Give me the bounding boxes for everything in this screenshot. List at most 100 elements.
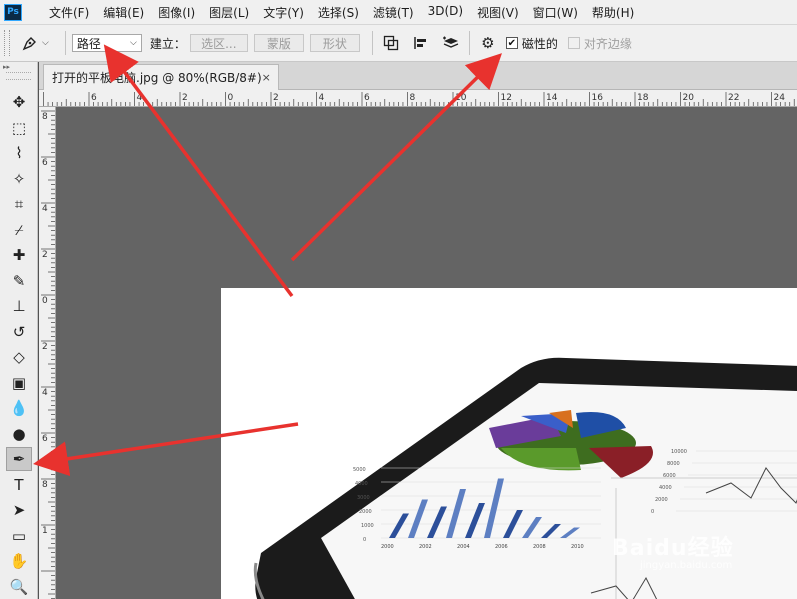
align-edges-checkbox-row[interactable]: 对齐边缘 <box>567 35 632 52</box>
type-tool-icon[interactable]: T <box>6 473 32 497</box>
make-shape-button[interactable]: 形状 <box>309 34 360 52</box>
clone-stamp-tool-icon[interactable]: ⊥ <box>6 294 32 318</box>
ruler-left-label: 8 <box>42 112 48 122</box>
menu-item-10[interactable]: 帮助(H) <box>585 4 641 21</box>
ruler-left-label: 2 <box>42 342 48 352</box>
document-tab[interactable]: 打开的平板电脑.jpg @ 80%(RGB/8#) × <box>43 64 279 90</box>
hand-tool-icon[interactable]: ✋ <box>6 549 32 573</box>
tablet-x-tick: 2006 <box>495 544 508 550</box>
gear-icon[interactable]: ⚙ <box>476 31 500 55</box>
make-selection-button[interactable]: 选区... <box>189 34 248 52</box>
ruler-top-label: 2 <box>182 93 188 103</box>
close-icon[interactable]: × <box>262 71 271 84</box>
rectangle-tool-icon[interactable]: ▭ <box>6 524 32 548</box>
menu-item-6[interactable]: 滤镜(T) <box>366 4 421 21</box>
magic-wand-tool-icon[interactable]: ✧ <box>6 167 32 191</box>
mode-select[interactable]: 路径 ⌵ <box>71 34 142 52</box>
healing-brush-tool-icon[interactable]: ✚ <box>6 243 32 267</box>
crop-tool-icon[interactable]: ⌗ <box>6 192 32 216</box>
tablet-x-tick: 2004 <box>457 544 470 550</box>
document-tab-title: 打开的平板电脑.jpg @ 80%(RGB/8#) <box>52 71 262 85</box>
lasso-tool-icon[interactable]: ⌇ <box>6 141 32 165</box>
tablet-x-tick: 2002 <box>419 544 432 550</box>
ruler-top-label: 14 <box>546 93 558 103</box>
tablet-y-tick: 4000 <box>355 481 368 487</box>
align-edges-checkbox[interactable] <box>567 37 580 49</box>
pen-tool-icon[interactable]: ✒ <box>6 447 32 471</box>
make-label: 建立： <box>149 36 186 51</box>
zoom-tool-icon[interactable]: 🔍 <box>6 575 32 599</box>
tablet-x-tick: 2008 <box>533 544 546 550</box>
ruler-top-label: 6 <box>91 93 97 103</box>
menu-item-9[interactable]: 窗口(W) <box>526 4 585 21</box>
tools-grip[interactable] <box>6 72 31 80</box>
ruler-vertical[interactable]: 8 6 4 2 0 2 4 6 8 1 <box>39 107 56 599</box>
align-edges-label: 对齐边缘 <box>583 36 632 51</box>
magnetic-label: 磁性的 <box>521 36 558 51</box>
path-alignment-icon[interactable] <box>409 31 433 55</box>
menu-item-3[interactable]: 图层(L) <box>202 4 256 21</box>
menu-item-0[interactable]: 文件(F) <box>42 4 96 21</box>
history-brush-tool-icon[interactable]: ↺ <box>6 320 32 344</box>
dodge-tool-icon[interactable]: ● <box>6 422 32 446</box>
ruler-horizontal[interactable]: 6 4 2 0 2 4 6 8 10 12 14 16 18 20 22 24 <box>39 90 797 107</box>
options-grip[interactable] <box>4 30 10 56</box>
tablet-side-tick: 8000 <box>667 461 680 467</box>
ruler-top-label: 10 <box>455 93 467 103</box>
make-mask-button[interactable]: 蒙版 <box>253 34 304 52</box>
canvas-workspace[interactable]: 5000 4000 3000 2000 1000 0 2000 2002 2004 2006 200… <box>56 107 797 599</box>
ruler-top-label: 20 <box>683 93 695 103</box>
ruler-top-label: 24 <box>774 93 786 103</box>
tools-panel: ▸▸ ✥ ⬚ ⌇ ✧ ⌗ ⌿ ✚ ✎ ⊥ ↺ ◇ ▣ 💧 ● ✒ T ➤ ▭ ✋ 🔍 <box>0 62 38 599</box>
magnetic-checkbox-row[interactable]: ✔ 磁性的 <box>505 35 558 52</box>
tablet-x-tick: 2000 <box>381 544 394 550</box>
tablet-side-tick: 6000 <box>663 473 676 479</box>
path-selection-tool-icon[interactable]: ➤ <box>6 498 32 522</box>
ruler-top-label: 22 <box>728 93 739 103</box>
ruler-left-label: 2 <box>42 250 48 260</box>
ruler-left-label: 1 <box>42 526 48 536</box>
brush-tool-icon[interactable]: ✎ <box>6 269 32 293</box>
tablet-y-tick: 3000 <box>357 495 370 501</box>
watermark-logo: Baidu经验 <box>612 536 734 561</box>
preset-chevron-down-icon[interactable]: ⌵ <box>42 38 49 48</box>
ruler-top-label: 4 <box>137 93 143 103</box>
eyedropper-tool-icon[interactable]: ⌿ <box>6 218 32 242</box>
blur-tool-icon[interactable]: 💧 <box>6 396 32 420</box>
menu-bar: Ps 文件(F) 编辑(E) 图像(I) 图层(L) 文字(Y) 选择(S) 滤镜(T) 3D… <box>0 0 797 24</box>
tablet-side-tick: 2000 <box>655 497 668 503</box>
tablet-y-tick: 1000 <box>361 523 374 529</box>
tablet-y-tick: 5000 <box>353 467 366 473</box>
ruler-left-label: 8 <box>42 480 48 490</box>
ruler-left-label: 6 <box>42 158 48 168</box>
marquee-tool-icon[interactable]: ⬚ <box>6 116 32 140</box>
path-operations-icon[interactable] <box>379 31 403 55</box>
ruler-top-label: 12 <box>501 93 512 103</box>
ruler-top-label: 18 <box>637 93 649 103</box>
tablet-side-tick: 10000 <box>671 449 687 455</box>
eraser-tool-icon[interactable]: ◇ <box>6 345 32 369</box>
tablet-x-tick: 2010 <box>571 544 584 550</box>
ruler-top-label: 0 <box>228 93 234 103</box>
pen-tool-preset-icon[interactable] <box>18 31 42 55</box>
move-tool-icon[interactable]: ✥ <box>6 90 32 114</box>
tablet-y-tick: 2000 <box>359 509 372 515</box>
chevron-down-icon: ⌵ <box>130 38 137 48</box>
ruler-left-label: 4 <box>42 204 48 214</box>
menu-items: 文件(F) 编辑(E) 图像(I) 图层(L) 文字(Y) 选择(S) 滤镜(T) 3D(D)… <box>42 4 641 21</box>
ruler-left-label: 0 <box>42 296 48 306</box>
magnetic-checkbox[interactable]: ✔ <box>505 37 518 49</box>
menu-item-1[interactable]: 编辑(E) <box>96 4 151 21</box>
menu-item-7[interactable]: 3D(D) <box>421 4 470 21</box>
menu-item-5[interactable]: 选择(S) <box>311 4 366 21</box>
panel-collapse-icon[interactable]: ▸▸ <box>0 62 37 72</box>
photoshop-logo-icon: Ps <box>4 3 22 21</box>
ruler-left-label: 6 <box>42 434 48 444</box>
menu-item-2[interactable]: 图像(I) <box>151 4 202 21</box>
menu-item-8[interactable]: 视图(V) <box>470 4 526 21</box>
menu-item-4[interactable]: 文字(Y) <box>256 4 311 21</box>
gradient-tool-icon[interactable]: ▣ <box>6 371 32 395</box>
ruler-top-label: 6 <box>364 93 370 103</box>
watermark-url: jingyan.baidu.com <box>640 560 733 571</box>
path-arrangement-icon[interactable] <box>439 31 463 55</box>
